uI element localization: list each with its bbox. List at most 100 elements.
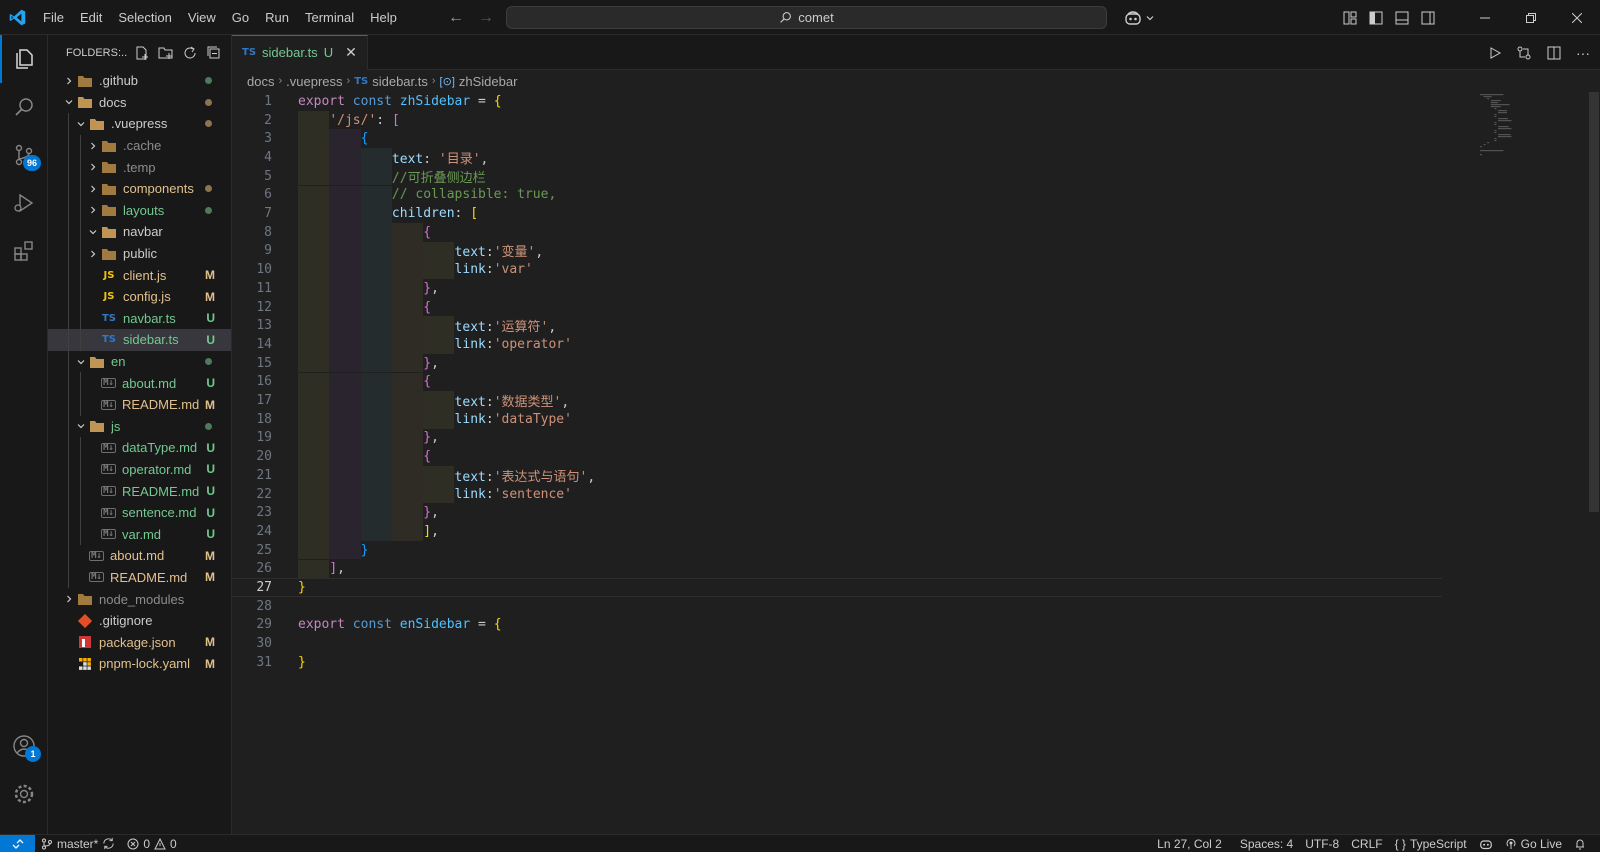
tree-folder[interactable]: layouts [48,199,231,222]
tree-file[interactable]: M↓ README.md U [48,480,231,502]
indentation[interactable]: Spaces: 4 [1234,837,1299,851]
code-token: , [431,523,439,539]
tree-file[interactable]: package.json M [48,631,231,653]
back-arrow-icon[interactable]: ← [448,9,464,27]
notifications-button[interactable] [1568,838,1592,850]
tree-file[interactable]: M↓ about.md U [48,372,231,394]
compare-changes-icon[interactable] [1516,45,1532,61]
minimize-button[interactable] [1462,0,1508,35]
encoding[interactable]: UTF-8 [1299,837,1345,851]
tree-folder[interactable]: components [48,177,231,200]
tree-folder[interactable]: .vuepress [48,113,231,135]
breadcrumb-item[interactable]: zhSidebar [459,74,518,89]
menu-run[interactable]: Run [257,0,297,35]
code-token: link [454,262,486,278]
tab-sidebar-ts[interactable]: TS sidebar.ts U ✕ [232,34,368,70]
tab-status: U [323,45,334,60]
code-token: : [485,320,494,336]
tree-folder[interactable]: js [48,415,231,438]
indent-guide [68,437,69,459]
close-icon[interactable]: ✕ [345,44,357,61]
tree-file[interactable]: JS client.js M [48,264,231,286]
minimap[interactable] [1478,92,1578,212]
split-editor-icon[interactable] [1546,45,1562,61]
menu-help[interactable]: Help [362,0,405,35]
vertical-scrollbar[interactable] [1586,92,1600,834]
breadcrumb-item[interactable]: .vuepress [286,74,342,89]
tree-file[interactable]: TS navbar.ts U [48,307,231,330]
copilot-menu-button[interactable] [1124,0,1155,35]
source-control-activity[interactable]: 96 [0,131,48,179]
tree-folder[interactable]: .cache [48,134,231,157]
toggle-secondary-sidebar-icon[interactable] [1420,10,1436,26]
braces-icon: { } [1394,837,1406,851]
code-line: 30 [232,634,1442,653]
refresh-icon[interactable] [182,45,198,61]
tree-file[interactable]: M↓ var.md U [48,523,231,546]
tree-file[interactable]: .gitignore [48,610,231,632]
toggle-panel-icon[interactable] [1394,10,1410,26]
code-line: 19 }, [232,428,1442,448]
tree-file[interactable]: pnpm-lock.yaml M [48,653,231,675]
customize-layout-icon[interactable] [1342,10,1358,26]
tree-folder[interactable]: en [48,350,231,373]
manage-activity[interactable] [0,770,48,818]
git-status-dot [205,184,212,192]
explorer-activity[interactable] [0,35,48,83]
breadcrumb-item[interactable]: docs [247,74,274,89]
tree-folder[interactable]: .github [48,70,231,92]
new-file-icon[interactable] [134,45,150,61]
code-editor[interactable]: 1 export const zhSidebar = {2 '/js/': [3 … [232,92,1442,712]
tree-file[interactable]: JS config.js M [48,285,231,308]
tree-file[interactable]: M↓ dataType.md U [48,437,231,459]
code-line: 8 { [232,222,1442,242]
tree-file[interactable]: M↓ README.md M [48,566,231,589]
collapse-all-icon[interactable] [206,45,222,61]
tree-folder[interactable]: node_modules [48,588,231,610]
language-mode[interactable]: { } TypeScript [1389,837,1473,851]
menu-view[interactable]: View [180,0,224,35]
tree-file[interactable]: M↓ operator.md U [48,458,231,481]
line-ending[interactable]: CRLF [1345,837,1388,851]
tree-file[interactable]: TS sidebar.ts U [48,329,231,351]
breadcrumb-item[interactable]: sidebar.ts [372,74,428,89]
remote-indicator[interactable] [0,834,35,852]
menu-go[interactable]: Go [224,0,257,35]
forward-arrow-icon[interactable]: → [478,9,494,27]
editor-actions: ··· [1488,35,1590,70]
command-center-search[interactable]: comet [506,6,1107,29]
new-folder-icon[interactable] [158,45,174,61]
git-branch[interactable]: master* [35,837,121,851]
tree-file[interactable]: M↓ README.md M [48,393,231,416]
problems-indicator[interactable]: 0 0 [121,837,182,851]
close-window-button[interactable] [1554,0,1600,35]
scrollbar-thumb[interactable] [1589,92,1599,512]
indent-guide [80,221,81,243]
run-icon[interactable] [1488,46,1502,60]
go-live-button[interactable]: Go Live [1499,837,1568,851]
menu-edit[interactable]: Edit [72,0,110,35]
run-debug-activity[interactable] [0,179,48,227]
restore-button[interactable] [1508,0,1554,35]
tree-file[interactable]: M↓ about.md M [48,545,231,567]
tree-folder[interactable]: navbar [48,221,231,243]
code-token: link [454,411,486,427]
menu-terminal[interactable]: Terminal [297,0,362,35]
extensions-activity[interactable] [0,227,48,275]
code-token: '运算符' [493,320,549,336]
tree-file[interactable]: M↓ sentence.md U [48,501,231,524]
more-actions-icon[interactable]: ··· [1576,45,1590,61]
search-activity[interactable] [0,83,48,131]
sync-icon[interactable] [102,837,115,850]
tree-folder[interactable]: .temp [48,156,231,178]
tree-folder[interactable]: public [48,242,231,265]
copilot-status[interactable] [1473,838,1499,850]
tree-item-label: js [111,418,121,434]
tree-folder[interactable]: docs [48,92,231,114]
git-status-dot [205,98,212,106]
accounts-activity[interactable]: 1 [0,722,48,770]
cursor-position[interactable]: Ln 27, Col 2 [1151,837,1228,851]
menu-selection[interactable]: Selection [110,0,179,35]
toggle-primary-sidebar-icon[interactable] [1368,10,1384,26]
menu-file[interactable]: File [35,0,72,35]
